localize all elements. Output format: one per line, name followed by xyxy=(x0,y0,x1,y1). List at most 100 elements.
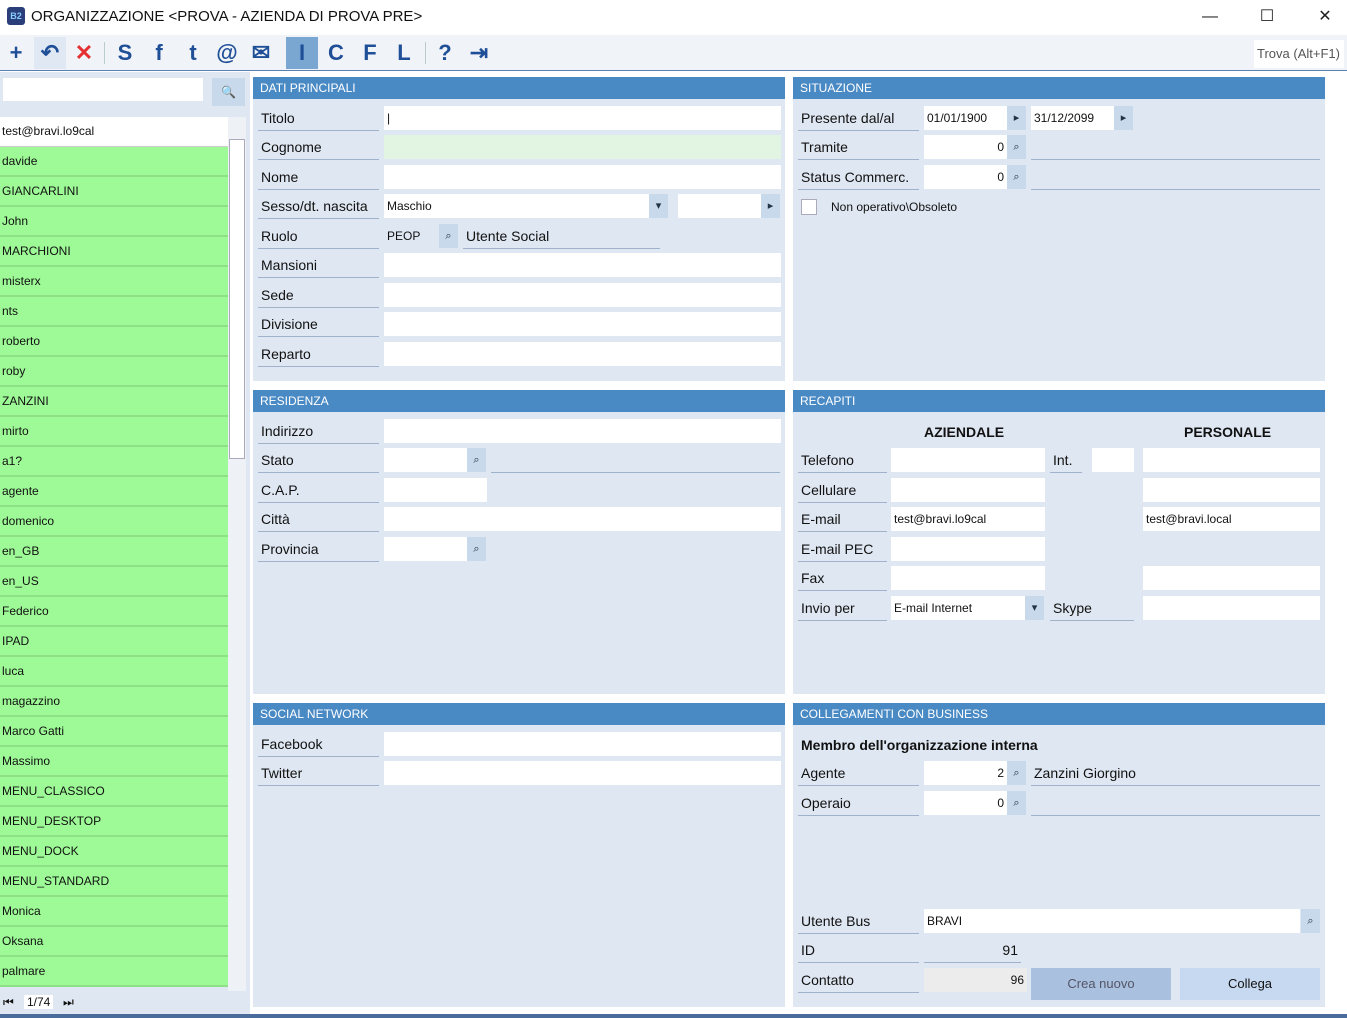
maximize-button[interactable]: ☐ xyxy=(1247,4,1287,30)
at-icon[interactable]: @ xyxy=(211,37,243,69)
tramite-field[interactable]: 0 xyxy=(924,135,1007,159)
ruolo-code-field[interactable]: PEOP xyxy=(384,224,439,248)
delete-icon[interactable]: ✕ xyxy=(68,37,100,69)
cellulare-pers-field[interactable] xyxy=(1143,478,1320,502)
fax-az-field[interactable] xyxy=(891,566,1045,590)
cognome-field[interactable] xyxy=(384,135,781,159)
help-icon[interactable]: ? xyxy=(429,37,461,69)
sesso-select[interactable]: Maschio xyxy=(384,194,649,218)
birth-date-field[interactable] xyxy=(678,194,761,218)
search-icon[interactable]: ⌕ xyxy=(467,537,486,561)
list-item[interactable]: MENU_STANDARD xyxy=(0,867,228,897)
list-item[interactable]: test@bravi.lo9cal xyxy=(0,117,228,147)
mail-icon[interactable]: ✉ xyxy=(245,37,277,69)
mansioni-field[interactable] xyxy=(384,253,781,277)
titolo-field[interactable]: | xyxy=(384,106,781,130)
facebook-icon[interactable]: f xyxy=(143,37,175,69)
add-icon[interactable]: + xyxy=(0,37,32,69)
date-picker-icon[interactable]: ▸ xyxy=(1007,106,1026,130)
operaio-field[interactable]: 0 xyxy=(924,791,1007,815)
list-item[interactable]: MENU_CLASSICO xyxy=(0,777,228,807)
date-picker-icon[interactable]: ▸ xyxy=(761,194,780,218)
skype-icon[interactable]: S xyxy=(109,37,141,69)
indirizzo-field[interactable] xyxy=(384,419,781,443)
contatto-field[interactable]: 96 xyxy=(924,968,1027,992)
list-item[interactable]: John xyxy=(0,207,228,237)
list-item[interactable]: ZANZINI xyxy=(0,387,228,417)
collega-button[interactable]: Collega xyxy=(1180,968,1320,1000)
list-item[interactable]: roby xyxy=(0,357,228,387)
list-item[interactable]: Federico xyxy=(0,597,228,627)
date-picker-icon[interactable]: ▸ xyxy=(1114,106,1133,130)
list-item[interactable]: Marco Gatti xyxy=(0,717,228,747)
chevron-down-icon[interactable]: ▾ xyxy=(1025,596,1044,620)
cap-field[interactable] xyxy=(384,478,487,502)
list-item[interactable]: Massimo xyxy=(0,747,228,777)
list-item[interactable]: palmare xyxy=(0,957,228,987)
twitter-field[interactable] xyxy=(384,761,781,785)
exit-icon[interactable]: ⇥ xyxy=(463,37,495,69)
list-item[interactable]: domenico xyxy=(0,507,228,537)
list-item[interactable]: MENU_DESKTOP xyxy=(0,807,228,837)
search-icon[interactable]: ⌕ xyxy=(1007,165,1026,189)
reparto-field[interactable] xyxy=(384,342,781,366)
i-view-button[interactable]: I xyxy=(286,37,318,69)
list-item[interactable]: a1? xyxy=(0,447,228,477)
search-input[interactable] xyxy=(3,78,203,101)
divisione-field[interactable] xyxy=(384,312,781,336)
email-az-field[interactable]: test@bravi.lo9cal xyxy=(891,507,1045,531)
nome-field[interactable] xyxy=(384,165,781,189)
undo-icon[interactable]: ↶ xyxy=(34,37,66,69)
telefono-az-field[interactable] xyxy=(891,448,1045,472)
search-icon[interactable]: 🔍 xyxy=(212,78,245,106)
search-icon[interactable]: ⌕ xyxy=(439,224,458,248)
c-view-button[interactable]: C xyxy=(320,37,352,69)
sede-field[interactable] xyxy=(384,283,781,307)
cellulare-az-field[interactable] xyxy=(891,478,1045,502)
list-item[interactable]: mirto xyxy=(0,417,228,447)
first-page-icon[interactable]: ⏮ xyxy=(3,995,14,1010)
stato-field[interactable] xyxy=(384,448,467,472)
facebook-field[interactable] xyxy=(384,732,781,756)
list-item[interactable]: misterx xyxy=(0,267,228,297)
telefono-pers-field[interactable] xyxy=(1143,448,1320,472)
int-field[interactable] xyxy=(1092,448,1134,472)
status-field[interactable]: 0 xyxy=(924,165,1007,189)
list-item[interactable]: davide xyxy=(0,147,228,177)
search-icon[interactable]: ⌕ xyxy=(467,448,486,472)
search-icon[interactable]: ⌕ xyxy=(1007,761,1026,785)
list-item[interactable]: MENU_DOCK xyxy=(0,837,228,867)
list-item[interactable]: en_US xyxy=(0,567,228,597)
list-item[interactable]: nts xyxy=(0,297,228,327)
list-item[interactable]: en_GB xyxy=(0,537,228,567)
list-item[interactable]: IPAD xyxy=(0,627,228,657)
l-view-button[interactable]: L xyxy=(388,37,420,69)
list-item[interactable]: Oksana xyxy=(0,927,228,957)
date-from-field[interactable]: 01/01/1900 xyxy=(924,106,1007,130)
scrollbar-thumb[interactable] xyxy=(229,139,245,459)
f-view-button[interactable]: F xyxy=(354,37,386,69)
chevron-down-icon[interactable]: ▾ xyxy=(649,194,668,218)
invio-select[interactable]: E-mail Internet xyxy=(891,596,1025,620)
agente-field[interactable]: 2 xyxy=(924,761,1007,785)
search-icon[interactable]: ⌕ xyxy=(1007,135,1026,159)
list-item[interactable]: roberto xyxy=(0,327,228,357)
search-icon[interactable]: ⌕ xyxy=(1301,909,1320,933)
crea-nuovo-button[interactable]: Crea nuovo xyxy=(1031,968,1171,1000)
provincia-field[interactable] xyxy=(384,537,467,561)
list-item[interactable]: MARCHIONI xyxy=(0,237,228,267)
find-button[interactable]: Trova (Alt+F1) xyxy=(1254,40,1344,68)
list-item[interactable]: Monica xyxy=(0,897,228,927)
minimize-button[interactable]: — xyxy=(1190,4,1230,30)
pec-field[interactable] xyxy=(891,537,1045,561)
skype-field[interactable] xyxy=(1143,596,1320,620)
list-item[interactable]: agente xyxy=(0,477,228,507)
fax-pers-field[interactable] xyxy=(1143,566,1320,590)
twitter-icon[interactable]: t xyxy=(177,37,209,69)
list-item[interactable]: luca xyxy=(0,657,228,687)
search-icon[interactable]: ⌕ xyxy=(1007,791,1026,815)
citta-field[interactable] xyxy=(384,507,781,531)
close-button[interactable]: ✕ xyxy=(1305,4,1345,30)
obsoleto-checkbox[interactable] xyxy=(801,199,817,215)
last-page-icon[interactable]: ⏭ xyxy=(63,995,74,1010)
